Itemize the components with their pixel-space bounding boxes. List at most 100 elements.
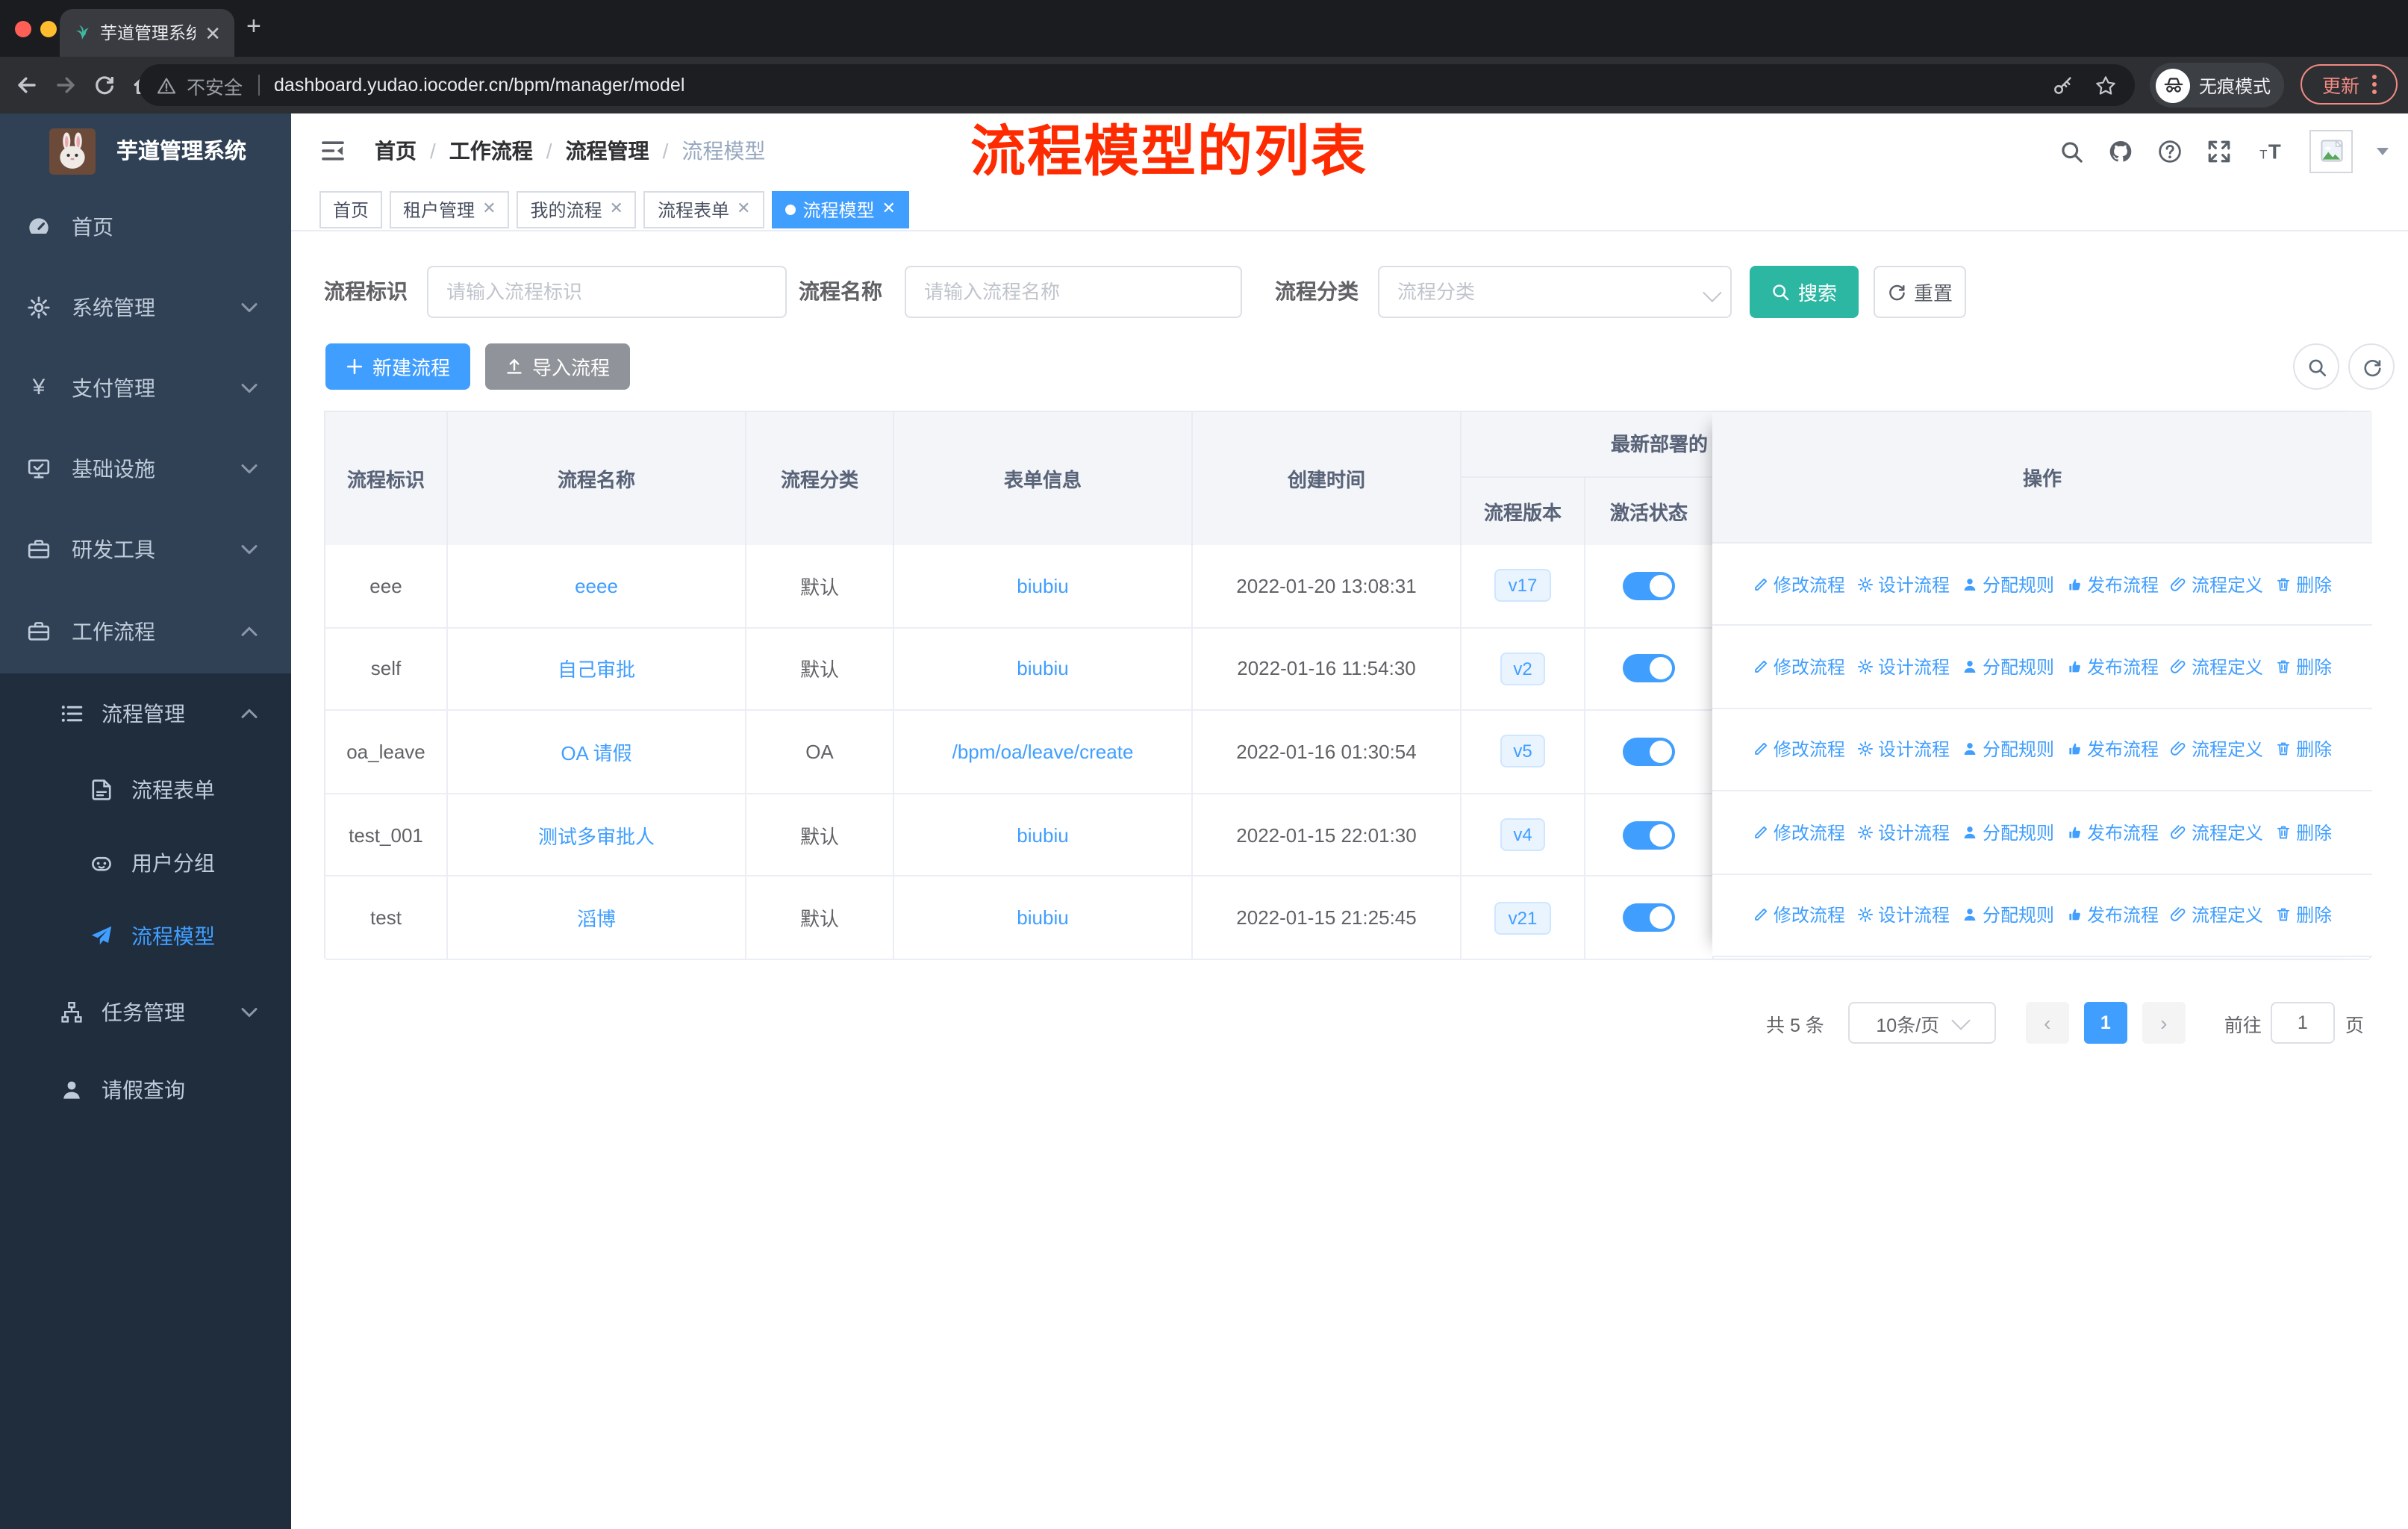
page-size-select[interactable]: 10条/页 [1847,1002,1996,1044]
sidebar-fold-icon[interactable] [319,137,346,164]
tag-my-process[interactable]: 我的流程 ✕ [517,190,637,228]
design-process-action[interactable]: 设计流程 [1857,903,1950,928]
delete-action[interactable]: 删除 [2275,654,2332,679]
create-process-button[interactable]: 新建流程 [325,343,470,390]
form-link[interactable]: biubiu [1017,575,1068,597]
tag-close-icon[interactable]: ✕ [882,200,895,217]
form-link[interactable]: biubiu [1017,658,1068,680]
macos-close-button[interactable] [15,21,31,37]
breadcrumb-workflow[interactable]: 工作流程 [449,136,533,166]
tag-close-icon[interactable]: ✕ [610,200,623,217]
tag-close-icon[interactable]: ✕ [482,200,496,217]
process-name-link[interactable]: eeee [575,575,618,597]
search-icon[interactable] [2059,138,2084,164]
tag-process-form[interactable]: 流程表单 ✕ [643,190,764,228]
sidebar-item-process-model[interactable]: 流程模型 [0,899,291,974]
sidebar-item-payment[interactable]: ¥ 支付管理 [0,348,291,429]
toggle-search-button[interactable] [2293,343,2339,390]
new-tab-button[interactable]: + [246,12,261,42]
reload-icon[interactable] [93,73,116,97]
forward-icon[interactable] [54,73,78,97]
publish-process-action[interactable]: 发布流程 [2066,737,2159,762]
publish-process-action[interactable]: 发布流程 [2066,820,2159,845]
back-icon[interactable] [15,73,39,97]
tag-process-model[interactable]: 流程模型 ✕ [771,190,909,228]
design-process-action[interactable]: 设计流程 [1857,820,1950,845]
tag-home[interactable]: 首页 [319,190,383,228]
delete-action[interactable]: 删除 [2275,571,2332,597]
process-name-input[interactable] [905,266,1242,318]
sidebar-item-system[interactable]: 系统管理 [0,267,291,348]
prev-page-button[interactable]: ‹ [2025,1002,2069,1044]
version-badge[interactable]: v4 [1500,818,1546,852]
form-link[interactable]: biubiu [1017,823,1068,846]
process-definition-action[interactable]: 流程定义 [2171,903,2263,928]
next-page-button[interactable]: › [2142,1002,2186,1044]
help-icon[interactable] [2157,138,2183,164]
process-definition-action[interactable]: 流程定义 [2171,571,2263,597]
form-link[interactable]: /bpm/oa/leave/create [952,741,1134,763]
breadcrumb-home[interactable]: 首页 [375,136,417,166]
process-definition-action[interactable]: 流程定义 [2171,820,2263,845]
version-badge[interactable]: v2 [1500,652,1546,685]
fullscreen-icon[interactable] [2206,138,2232,164]
avatar-caret-icon[interactable] [2377,147,2389,155]
delete-action[interactable]: 删除 [2275,737,2332,762]
publish-process-action[interactable]: 发布流程 [2066,654,2159,679]
sidebar-item-user-group[interactable]: 用户分组 [0,826,291,900]
active-toggle[interactable] [1623,571,1675,600]
address-bar[interactable]: 不安全 dashboard.yudao.iocoder.cn/bpm/manag… [139,64,2135,106]
process-name-link[interactable]: 自己审批 [558,655,635,683]
browser-update-button[interactable]: 更新 [2301,64,2398,105]
github-icon[interactable] [2108,138,2133,164]
version-badge[interactable]: v17 [1494,569,1551,602]
sidebar-item-home[interactable]: 首页 [0,187,291,267]
edit-process-action[interactable]: 修改流程 [1753,737,1845,762]
sidebar-item-process-management[interactable]: 流程管理 [0,676,291,751]
sidebar-item-task-management[interactable]: 任务管理 [0,975,291,1050]
process-definition-action[interactable]: 流程定义 [2171,654,2263,679]
process-name-link[interactable]: 滔博 [577,903,616,932]
design-process-action[interactable]: 设计流程 [1857,737,1950,762]
active-toggle[interactable] [1623,654,1675,683]
browser-tab[interactable]: 芋道管理系统 ✕ [60,9,234,57]
reset-button[interactable]: 重置 [1874,266,1966,318]
password-key-icon[interactable] [2053,75,2074,96]
macos-minimize-button[interactable] [40,21,57,37]
process-name-link[interactable]: OA 请假 [561,738,631,766]
delete-action[interactable]: 删除 [2275,903,2332,928]
edit-process-action[interactable]: 修改流程 [1753,820,1845,845]
assign-rule-action[interactable]: 分配规则 [1962,737,2054,762]
sidebar-item-devtools[interactable]: 研发工具 [0,509,291,590]
delete-action[interactable]: 删除 [2275,820,2332,845]
assign-rule-action[interactable]: 分配规则 [1962,903,2054,928]
active-toggle[interactable] [1623,903,1675,932]
assign-rule-action[interactable]: 分配规则 [1962,571,2054,597]
active-toggle[interactable] [1623,820,1675,850]
import-process-button[interactable]: 导入流程 [485,343,630,390]
bookmark-star-icon[interactable] [2094,74,2117,96]
search-button[interactable]: 搜索 [1750,266,1859,318]
goto-page-input[interactable] [2270,1002,2335,1044]
publish-process-action[interactable]: 发布流程 [2066,903,2159,928]
design-process-action[interactable]: 设计流程 [1857,654,1950,679]
edit-process-action[interactable]: 修改流程 [1753,571,1845,597]
assign-rule-action[interactable]: 分配规则 [1962,654,2054,679]
category-select[interactable] [1378,266,1732,318]
form-link[interactable]: biubiu [1017,906,1068,929]
process-name-link[interactable]: 测试多审批人 [538,820,655,849]
version-badge[interactable]: v21 [1494,901,1551,935]
design-process-action[interactable]: 设计流程 [1857,571,1950,597]
edit-process-action[interactable]: 修改流程 [1753,654,1845,679]
tag-tenant[interactable]: 租户管理 ✕ [390,190,510,228]
sidebar-item-process-form[interactable]: 流程表单 [0,753,291,827]
page-1-button[interactable]: 1 [2083,1002,2127,1044]
sidebar-item-leave-query[interactable]: 请假查询 [0,1053,291,1127]
version-badge[interactable]: v5 [1500,735,1546,768]
font-size-icon[interactable] [2256,138,2286,164]
browser-menu-icon[interactable] [2371,82,2376,87]
breadcrumb-process-management[interactable]: 流程管理 [566,136,649,166]
process-id-input[interactable] [427,266,787,318]
process-definition-action[interactable]: 流程定义 [2171,737,2263,762]
refresh-table-button[interactable] [2348,343,2395,390]
